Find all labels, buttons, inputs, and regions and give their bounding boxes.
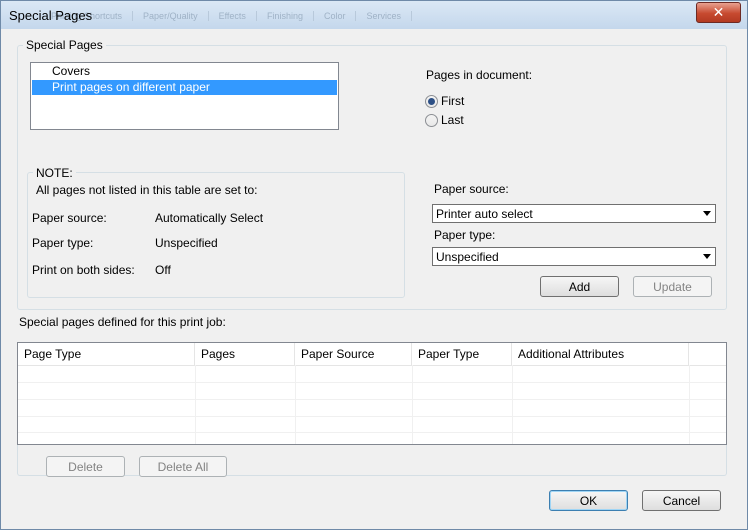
dialog-content: Special Pages Covers Print pages on diff… <box>8 29 741 523</box>
radio-first-label[interactable]: First <box>441 94 464 108</box>
window-title: Special Pages <box>9 8 93 23</box>
column-divider <box>195 365 196 444</box>
table-header: Page Type Pages Paper Source Paper Type … <box>18 343 726 366</box>
delete-all-button[interactable]: Delete All <box>139 456 227 477</box>
row-divider <box>18 432 726 433</box>
column-paper-source[interactable]: Paper Source <box>295 343 412 365</box>
note-paper-source-key: Paper source: <box>32 211 107 225</box>
delete-button[interactable]: Delete <box>46 456 125 477</box>
title-bar[interactable]: Printing Shortcuts Paper/Quality Effects Fi… <box>1 1 747 29</box>
close-icon: ✕ <box>712 4 725 20</box>
column-divider <box>512 365 513 444</box>
cancel-button[interactable]: Cancel <box>642 490 721 511</box>
add-button[interactable]: Add <box>540 276 619 297</box>
paper-source-select[interactable]: Printer auto select <box>432 204 716 223</box>
defined-pages-label: Special pages defined for this print job… <box>19 315 226 329</box>
column-divider <box>295 365 296 444</box>
ghost-tab: Finishing <box>257 11 314 21</box>
note-duplex-value: Off <box>155 263 171 277</box>
paper-type-label: Paper type: <box>434 228 496 242</box>
special-pages-group-label: Special Pages <box>23 38 106 52</box>
column-divider <box>689 365 690 444</box>
special-pages-dialog: Printing Shortcuts Paper/Quality Effects Fi… <box>0 0 748 530</box>
note-label: NOTE: <box>33 166 76 180</box>
special-pages-table[interactable]: Page Type Pages Paper Source Paper Type … <box>17 342 727 445</box>
update-button[interactable]: Update <box>633 276 712 297</box>
row-divider <box>18 416 726 417</box>
note-duplex-key: Print on both sides: <box>32 263 135 277</box>
note-paper-type-key: Paper type: <box>32 236 94 250</box>
radio-last-label[interactable]: Last <box>441 113 464 127</box>
ghost-tab: Color <box>314 11 357 21</box>
radio-last[interactable] <box>425 114 438 127</box>
radio-first[interactable] <box>425 95 438 108</box>
list-item-print-different-paper[interactable]: Print pages on different paper <box>32 80 337 95</box>
chevron-down-icon <box>703 211 711 216</box>
close-button[interactable]: ✕ <box>696 2 741 23</box>
row-divider <box>18 382 726 383</box>
row-divider <box>18 399 726 400</box>
radio-dot <box>428 98 435 105</box>
special-pages-list[interactable]: Covers Print pages on different paper <box>30 62 339 130</box>
ghost-tab: Effects <box>209 11 257 21</box>
paper-type-select[interactable]: Unspecified <box>432 247 716 266</box>
ghost-tab: Services <box>356 11 412 21</box>
chevron-down-icon <box>703 254 711 259</box>
background-tabs: Printing Shortcuts Paper/Quality Effects Fi… <box>41 11 412 21</box>
column-pages[interactable]: Pages <box>195 343 295 365</box>
ghost-tab: Paper/Quality <box>133 11 209 21</box>
paper-type-value: Unspecified <box>436 250 499 264</box>
column-page-type[interactable]: Page Type <box>18 343 195 365</box>
note-paper-type-value: Unspecified <box>155 236 218 250</box>
list-item-covers[interactable]: Covers <box>32 64 337 79</box>
note-text: All pages not listed in this table are s… <box>36 183 258 197</box>
column-additional-attributes[interactable]: Additional Attributes <box>512 343 689 365</box>
note-paper-source-value: Automatically Select <box>155 211 264 225</box>
pages-in-document-label: Pages in document: <box>426 68 533 82</box>
paper-source-value: Printer auto select <box>436 207 533 221</box>
ok-button[interactable]: OK <box>549 490 628 511</box>
column-divider <box>412 365 413 444</box>
paper-source-label: Paper source: <box>434 182 509 196</box>
column-paper-type[interactable]: Paper Type <box>412 343 512 365</box>
